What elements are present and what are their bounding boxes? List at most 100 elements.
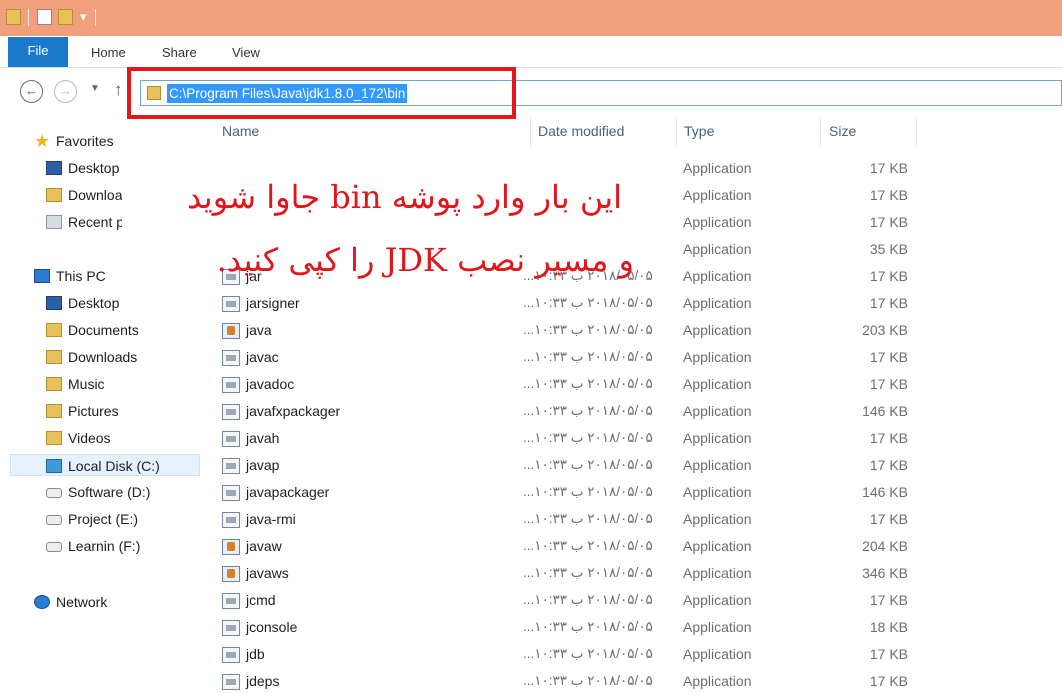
folder-icon bbox=[6, 9, 21, 25]
file-row[interactable]: javac ۲۰۱۸/۰۵/۰۵ ب ۱۰:۳۳... Application 17 … bbox=[200, 345, 960, 372]
file-name: javafxpackager bbox=[246, 403, 341, 419]
file-name: javah bbox=[246, 430, 280, 446]
tab-view[interactable]: View bbox=[232, 45, 260, 60]
file-row[interactable]: javah ۲۰۱۸/۰۵/۰۵ ب ۱۰:۳۳... Application 17 … bbox=[200, 426, 960, 453]
drive-icon bbox=[46, 542, 62, 552]
file-size: 17 KB bbox=[869, 214, 908, 230]
file-size: 17 KB bbox=[869, 376, 908, 392]
file-type: Application bbox=[683, 376, 752, 392]
file-size: 17 KB bbox=[869, 349, 908, 365]
nav-label: Learnin (F:) bbox=[68, 538, 141, 554]
column-header-name[interactable]: Name bbox=[222, 123, 259, 139]
forward-arrow-icon[interactable]: → bbox=[54, 80, 77, 103]
application-icon bbox=[222, 539, 240, 555]
file-name: jarsigner bbox=[246, 295, 300, 311]
file-name: jdeps bbox=[246, 673, 280, 689]
file-date: ۲۰۱۸/۰۵/۰۵ ب ۱۰:۳۳... bbox=[523, 592, 653, 607]
nav-local-disk-c[interactable]: Local Disk (C:) bbox=[10, 454, 200, 476]
file-row[interactable]: jdb ۲۰۱۸/۰۵/۰۵ ب ۱۰:۳۳... Application 17 KB bbox=[200, 642, 960, 669]
file-row[interactable]: jconsole ۲۰۱۸/۰۵/۰۵ ب ۱۰:۳۳... Application… bbox=[200, 615, 960, 642]
back-arrow-icon[interactable]: ← bbox=[20, 80, 43, 103]
application-icon bbox=[222, 512, 240, 528]
nav-label: Project (E:) bbox=[68, 511, 139, 527]
file-row[interactable]: java ۲۰۱۸/۰۵/۰۵ ب ۱۰:۳۳... Application 203 … bbox=[200, 318, 960, 345]
file-row[interactable]: javaw ۲۰۱۸/۰۵/۰۵ ب ۱۰:۳۳... Application 204… bbox=[200, 534, 960, 561]
properties-icon[interactable] bbox=[37, 9, 52, 25]
column-header-type[interactable]: Type bbox=[684, 123, 714, 139]
file-row[interactable]: jarsigner ۲۰۱۸/۰۵/۰۵ ب ۱۰:۳۳... Applicatio… bbox=[200, 291, 960, 318]
file-size: 203 KB bbox=[862, 322, 908, 338]
application-icon bbox=[222, 431, 240, 447]
file-row[interactable]: javap ۲۰۱۸/۰۵/۰۵ ب ۱۰:۳۳... Application 17 … bbox=[200, 453, 960, 480]
nav-software-d[interactable]: Software (D:) bbox=[46, 481, 196, 503]
separator bbox=[95, 9, 96, 26]
file-size: 17 KB bbox=[869, 592, 908, 608]
file-size: 17 KB bbox=[869, 268, 908, 284]
nav-desktop-favorite[interactable]: Desktop bbox=[46, 157, 122, 179]
documents-icon bbox=[46, 323, 62, 337]
file-size: 17 KB bbox=[869, 160, 908, 176]
file-date: ۲۰۱۸/۰۵/۰۵ ب ۱۰:۳۳... bbox=[523, 322, 653, 337]
nav-label: Local Disk (C:) bbox=[68, 458, 160, 474]
downloads-icon bbox=[46, 188, 62, 202]
nav-downloads-favorite[interactable]: Downloa bbox=[46, 184, 122, 206]
new-folder-icon[interactable] bbox=[58, 9, 73, 25]
nav-music[interactable]: Music bbox=[46, 373, 196, 395]
nav-pictures[interactable]: Pictures bbox=[46, 400, 196, 422]
file-date: ۲۰۱۸/۰۵/۰۵ ب ۱۰:۳۳... bbox=[523, 511, 653, 526]
nav-label: Pictures bbox=[68, 403, 119, 419]
column-divider[interactable] bbox=[676, 117, 677, 147]
recent-locations-icon[interactable]: ▼ bbox=[90, 83, 100, 94]
nav-label: Favorites bbox=[56, 133, 114, 149]
application-icon bbox=[222, 485, 240, 501]
nav-label: Downloa bbox=[68, 187, 122, 203]
nav-this-pc[interactable]: This PC bbox=[34, 265, 184, 287]
column-divider[interactable] bbox=[530, 117, 531, 147]
file-size: 346 KB bbox=[862, 565, 908, 581]
nav-recent-places[interactable]: Recent p bbox=[46, 211, 122, 233]
nav-label: This PC bbox=[56, 268, 106, 284]
file-type: Application bbox=[683, 457, 752, 473]
drive-icon bbox=[46, 459, 62, 473]
file-size: 17 KB bbox=[869, 646, 908, 662]
file-row[interactable]: jdeps ۲۰۱۸/۰۵/۰۵ ب ۱۰:۳۳... Application 17 … bbox=[200, 669, 960, 693]
drive-icon bbox=[46, 515, 62, 525]
file-date: ۲۰۱۸/۰۵/۰۵ ب ۱۰:۳۳... bbox=[523, 673, 653, 688]
file-row[interactable]: jcmd ۲۰۱۸/۰۵/۰۵ ب ۱۰:۳۳... Application 17 K… bbox=[200, 588, 960, 615]
navigation-pane: ★ Favorites Desktop Downloa Recent p Thi… bbox=[0, 120, 200, 693]
nav-downloads[interactable]: Downloads bbox=[46, 346, 196, 368]
file-row[interactable]: javapackager ۲۰۱۸/۰۵/۰۵ ب ۱۰:۳۳... Applica… bbox=[200, 480, 960, 507]
column-header-size[interactable]: Size bbox=[829, 123, 856, 139]
tab-home[interactable]: Home bbox=[91, 45, 126, 60]
tab-file[interactable]: File bbox=[8, 37, 68, 67]
up-arrow-icon[interactable]: ↑ bbox=[114, 80, 123, 100]
application-icon bbox=[222, 323, 240, 339]
nav-project-e[interactable]: Project (E:) bbox=[46, 508, 196, 530]
file-date: ۲۰۱۸/۰۵/۰۵ ب ۱۰:۳۳... bbox=[523, 430, 653, 445]
file-size: 17 KB bbox=[869, 673, 908, 689]
column-header-date-modified[interactable]: Date modified bbox=[538, 123, 624, 139]
separator bbox=[28, 9, 29, 26]
nav-videos[interactable]: Videos bbox=[46, 427, 196, 449]
nav-desktop[interactable]: Desktop bbox=[46, 292, 196, 314]
file-name: javap bbox=[246, 457, 280, 473]
application-icon bbox=[222, 458, 240, 474]
tab-share[interactable]: Share bbox=[162, 45, 197, 60]
file-date: ۲۰۱۸/۰۵/۰۵ ب ۱۰:۳۳... bbox=[523, 646, 653, 661]
file-row[interactable]: javadoc ۲۰۱۸/۰۵/۰۵ ب ۱۰:۳۳... Application 1… bbox=[200, 372, 960, 399]
file-type: Application bbox=[683, 646, 752, 662]
nav-learnin-f[interactable]: Learnin (F:) bbox=[46, 535, 196, 557]
videos-icon bbox=[46, 431, 62, 445]
file-row[interactable]: java-rmi ۲۰۱۸/۰۵/۰۵ ب ۱۰:۳۳... Application… bbox=[200, 507, 960, 534]
file-date: ۲۰۱۸/۰۵/۰۵ ب ۱۰:۳۳... bbox=[523, 295, 653, 310]
column-divider[interactable] bbox=[820, 117, 821, 147]
column-divider[interactable] bbox=[916, 117, 917, 147]
application-icon bbox=[222, 566, 240, 582]
nav-network[interactable]: Network bbox=[34, 591, 184, 613]
nav-documents[interactable]: Documents bbox=[46, 319, 196, 341]
file-row[interactable]: javafxpackager ۲۰۱۸/۰۵/۰۵ ب ۱۰:۳۳... Appli… bbox=[200, 399, 960, 426]
file-row[interactable]: javaws ۲۰۱۸/۰۵/۰۵ ب ۱۰:۳۳... Application 34… bbox=[200, 561, 960, 588]
file-type: Application bbox=[683, 403, 752, 419]
nav-favorites[interactable]: ★ Favorites bbox=[34, 130, 184, 152]
customize-toolbar-icon[interactable]: ▾ bbox=[80, 8, 87, 26]
